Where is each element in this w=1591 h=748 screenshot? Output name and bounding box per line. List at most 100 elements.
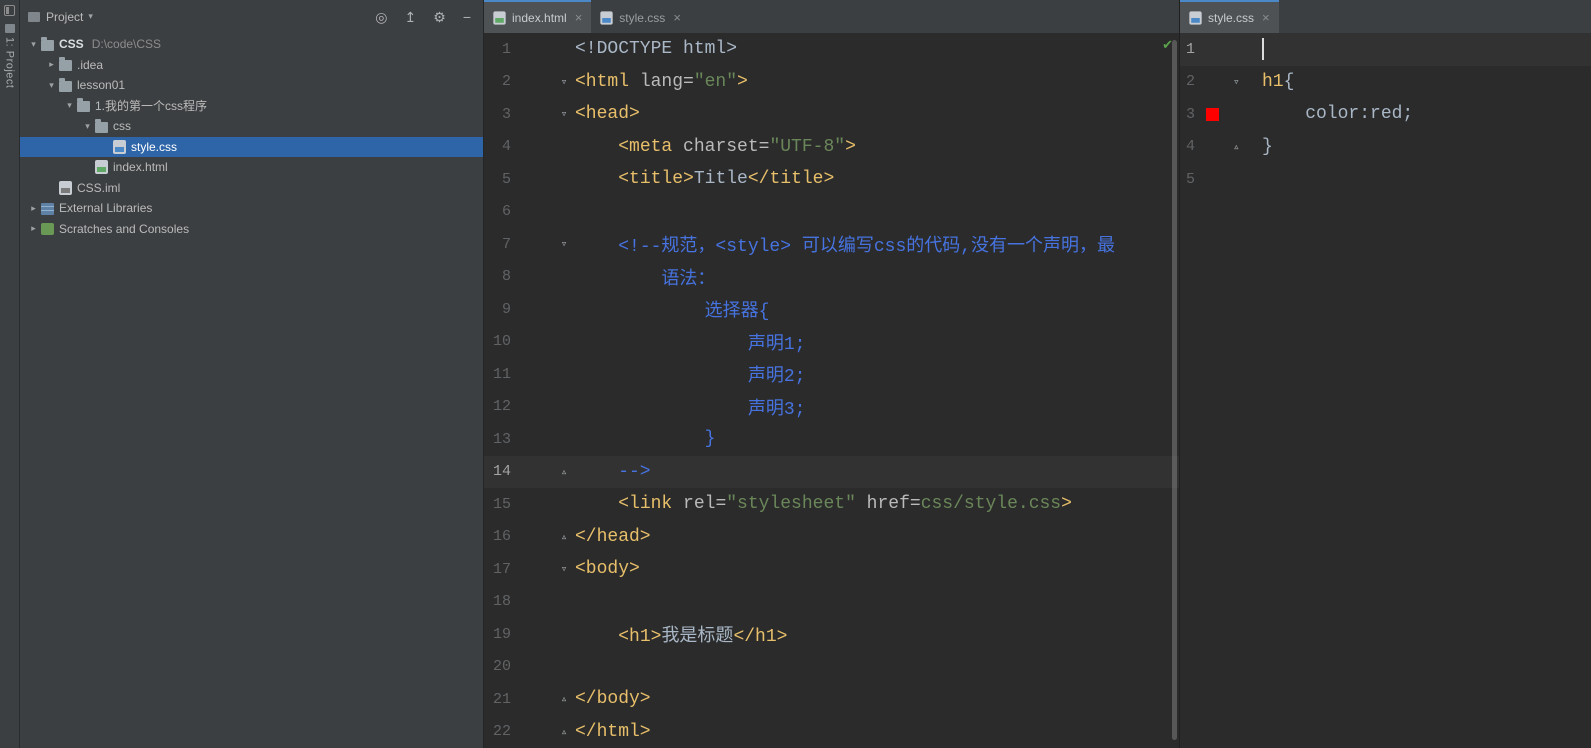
line-number: 5 xyxy=(501,170,511,188)
line-number: 2 xyxy=(501,73,511,91)
tree-item-label: Scratches and Consoles xyxy=(59,221,190,236)
editor-right-code[interactable]: 1 2 ▿ h1{3 color:red; 4 ▵} 5 xyxy=(1180,33,1591,748)
fold-start-icon[interactable]: ▿ xyxy=(553,562,575,576)
collapse-all-icon[interactable]: ↥ xyxy=(405,10,417,24)
tree-item-label: CSS xyxy=(59,37,84,52)
color-swatch-icon[interactable] xyxy=(1206,107,1219,121)
code-line-12[interactable]: 12 声明3; xyxy=(484,391,1179,424)
fold-start-icon[interactable]: ▿ xyxy=(1229,75,1262,89)
chevron-down-icon[interactable]: ▾ xyxy=(80,121,95,132)
chevron-down-icon[interactable]: ▾ xyxy=(62,100,77,111)
fold-end-icon[interactable]: ▵ xyxy=(1229,140,1262,154)
tree-item-label: style.css xyxy=(131,139,178,154)
code-line-1[interactable]: 1 <!DOCTYPE html> xyxy=(484,33,1179,66)
code-line-10[interactable]: 10 声明1; xyxy=(484,326,1179,359)
project-panel-header: Project ▾ ◎ ↥ ⚙ − xyxy=(20,0,483,33)
code-line-8[interactable]: 8 语法： xyxy=(484,261,1179,294)
code-line-11[interactable]: 11 声明2; xyxy=(484,358,1179,391)
line-number: 14 xyxy=(492,463,511,481)
tool-window-layout-icon[interactable] xyxy=(4,5,15,16)
line-number: 5 xyxy=(1185,170,1195,188)
code-line-3[interactable]: 3 ▿ <head> xyxy=(484,98,1179,131)
folder-icon xyxy=(41,36,54,51)
chevron-down-icon[interactable]: ▾ xyxy=(88,11,93,22)
code-text: <!DOCTYPE html> xyxy=(575,39,738,60)
code-line-20[interactable]: 20 xyxy=(484,651,1179,684)
tree-item-label: .idea xyxy=(77,57,104,72)
line-number: 21 xyxy=(492,690,511,708)
locate-file-icon[interactable]: ◎ xyxy=(375,10,387,24)
code-line-15[interactable]: 15 <link rel="stylesheet" href=css/style… xyxy=(484,488,1179,521)
project-stripe-icon xyxy=(4,24,15,33)
code-line-1[interactable]: 1 xyxy=(1180,33,1591,66)
vertical-scrollbar[interactable] xyxy=(1172,40,1177,740)
tree-item-css[interactable]: ▾ css xyxy=(20,116,483,137)
line-number: 17 xyxy=(492,560,511,578)
code-line-4[interactable]: 4 <meta charset="UTF-8"> xyxy=(484,131,1179,164)
code-line-14[interactable]: 14 ▵ --> xyxy=(484,455,1179,488)
chevron-down-icon[interactable]: ▾ xyxy=(26,39,41,50)
tree-item-label: index.html xyxy=(113,160,168,175)
code-line-21[interactable]: 21 ▵ </body> xyxy=(484,683,1179,716)
line-number: 4 xyxy=(501,138,511,156)
code-line-17[interactable]: 17 ▿ <body> xyxy=(484,553,1179,586)
tree-item-style.css[interactable]: style.css xyxy=(20,136,483,157)
code-line-2[interactable]: 2 ▿ <html lang="en"> xyxy=(484,66,1179,99)
hide-panel-icon[interactable]: − xyxy=(463,10,471,24)
project-tree: ▾ CSS D:\code\CSS ▸ .idea ▾ lesson01 ▾ 1.我的第一个cs… xyxy=(20,33,483,748)
project-panel-title[interactable]: Project xyxy=(46,10,83,24)
code-text: </head> xyxy=(575,526,651,547)
fold-start-icon[interactable]: ▿ xyxy=(553,107,575,121)
close-tab-icon[interactable]: × xyxy=(575,10,583,25)
code-text: <body> xyxy=(575,559,640,580)
code-text: 选择器{ xyxy=(575,302,770,323)
line-number: 3 xyxy=(501,105,511,123)
code-text: } xyxy=(1262,136,1273,157)
chevron-right-icon[interactable]: ▸ xyxy=(26,223,41,234)
color-preview-swatch[interactable] xyxy=(1195,107,1229,121)
line-number: 15 xyxy=(492,495,511,513)
editor-left: index.html × style.css × 1 <!DOCTYPE html> 2 ▿… xyxy=(484,0,1179,748)
project-icon xyxy=(28,11,40,22)
code-line-5[interactable]: 5 <title>Title</title> xyxy=(484,163,1179,196)
project-tool-window-button[interactable]: 1: Project xyxy=(4,24,16,88)
close-tab-icon[interactable]: × xyxy=(673,10,681,25)
code-line-9[interactable]: 9 选择器{ xyxy=(484,293,1179,326)
tab-index.html[interactable]: index.html × xyxy=(484,0,592,33)
chevron-down-icon[interactable]: ▾ xyxy=(44,80,59,91)
chevron-right-icon[interactable]: ▸ xyxy=(26,203,41,214)
tree-item-lesson01[interactable]: ▾ lesson01 xyxy=(20,75,483,96)
code-line-6[interactable]: 6 xyxy=(484,196,1179,229)
editor-left-code[interactable]: 1 <!DOCTYPE html> 2 ▿ <html lang="en"> 3 ▿ <hea… xyxy=(484,33,1179,748)
chevron-right-icon[interactable]: ▸ xyxy=(44,59,59,70)
code-line-16[interactable]: 16 ▵ </head> xyxy=(484,521,1179,554)
code-line-2[interactable]: 2 ▿ h1{ xyxy=(1180,66,1591,99)
code-line-13[interactable]: 13 } xyxy=(484,423,1179,456)
code-line-22[interactable]: 22 ▵ </html> xyxy=(484,716,1179,748)
fold-end-icon[interactable]: ▵ xyxy=(553,530,575,544)
code-line-4[interactable]: 4 ▵} xyxy=(1180,131,1591,164)
code-line-5[interactable]: 5 xyxy=(1180,163,1591,196)
tab-style.css[interactable]: style.css × xyxy=(591,0,690,33)
fold-end-icon[interactable]: ▵ xyxy=(553,692,575,706)
code-line-7[interactable]: 7 ▿ <!--规范，<style> 可以编写css的代码,没有一个声明，最 xyxy=(484,228,1179,261)
fold-start-icon[interactable]: ▿ xyxy=(553,237,575,251)
tree-item-.idea[interactable]: ▸ .idea xyxy=(20,55,483,76)
code-line-3[interactable]: 3 color:red; xyxy=(1180,98,1591,131)
code-line-19[interactable]: 19 <h1>我是标题</h1> xyxy=(484,618,1179,651)
tree-item-External Libraries[interactable]: ▸ External Libraries xyxy=(20,198,483,219)
line-number: 13 xyxy=(492,430,511,448)
tree-item-CSS[interactable]: ▾ CSS D:\code\CSS xyxy=(20,34,483,55)
close-tab-icon[interactable]: × xyxy=(1262,10,1270,25)
code-line-18[interactable]: 18 xyxy=(484,586,1179,619)
fold-end-icon[interactable]: ▵ xyxy=(553,465,575,479)
folder-icon xyxy=(59,57,72,72)
tree-item-1.我的第一个css程序[interactable]: ▾ 1.我的第一个css程序 xyxy=(20,96,483,117)
settings-gear-icon[interactable]: ⚙ xyxy=(433,10,446,24)
fold-end-icon[interactable]: ▵ xyxy=(553,725,575,739)
tab-style.css[interactable]: style.css × xyxy=(1180,0,1279,33)
tree-item-index.html[interactable]: index.html xyxy=(20,157,483,178)
tree-item-CSS.iml[interactable]: CSS.iml xyxy=(20,178,483,199)
fold-start-icon[interactable]: ▿ xyxy=(553,75,575,89)
tree-item-Scratches and Consoles[interactable]: ▸ Scratches and Consoles xyxy=(20,219,483,240)
